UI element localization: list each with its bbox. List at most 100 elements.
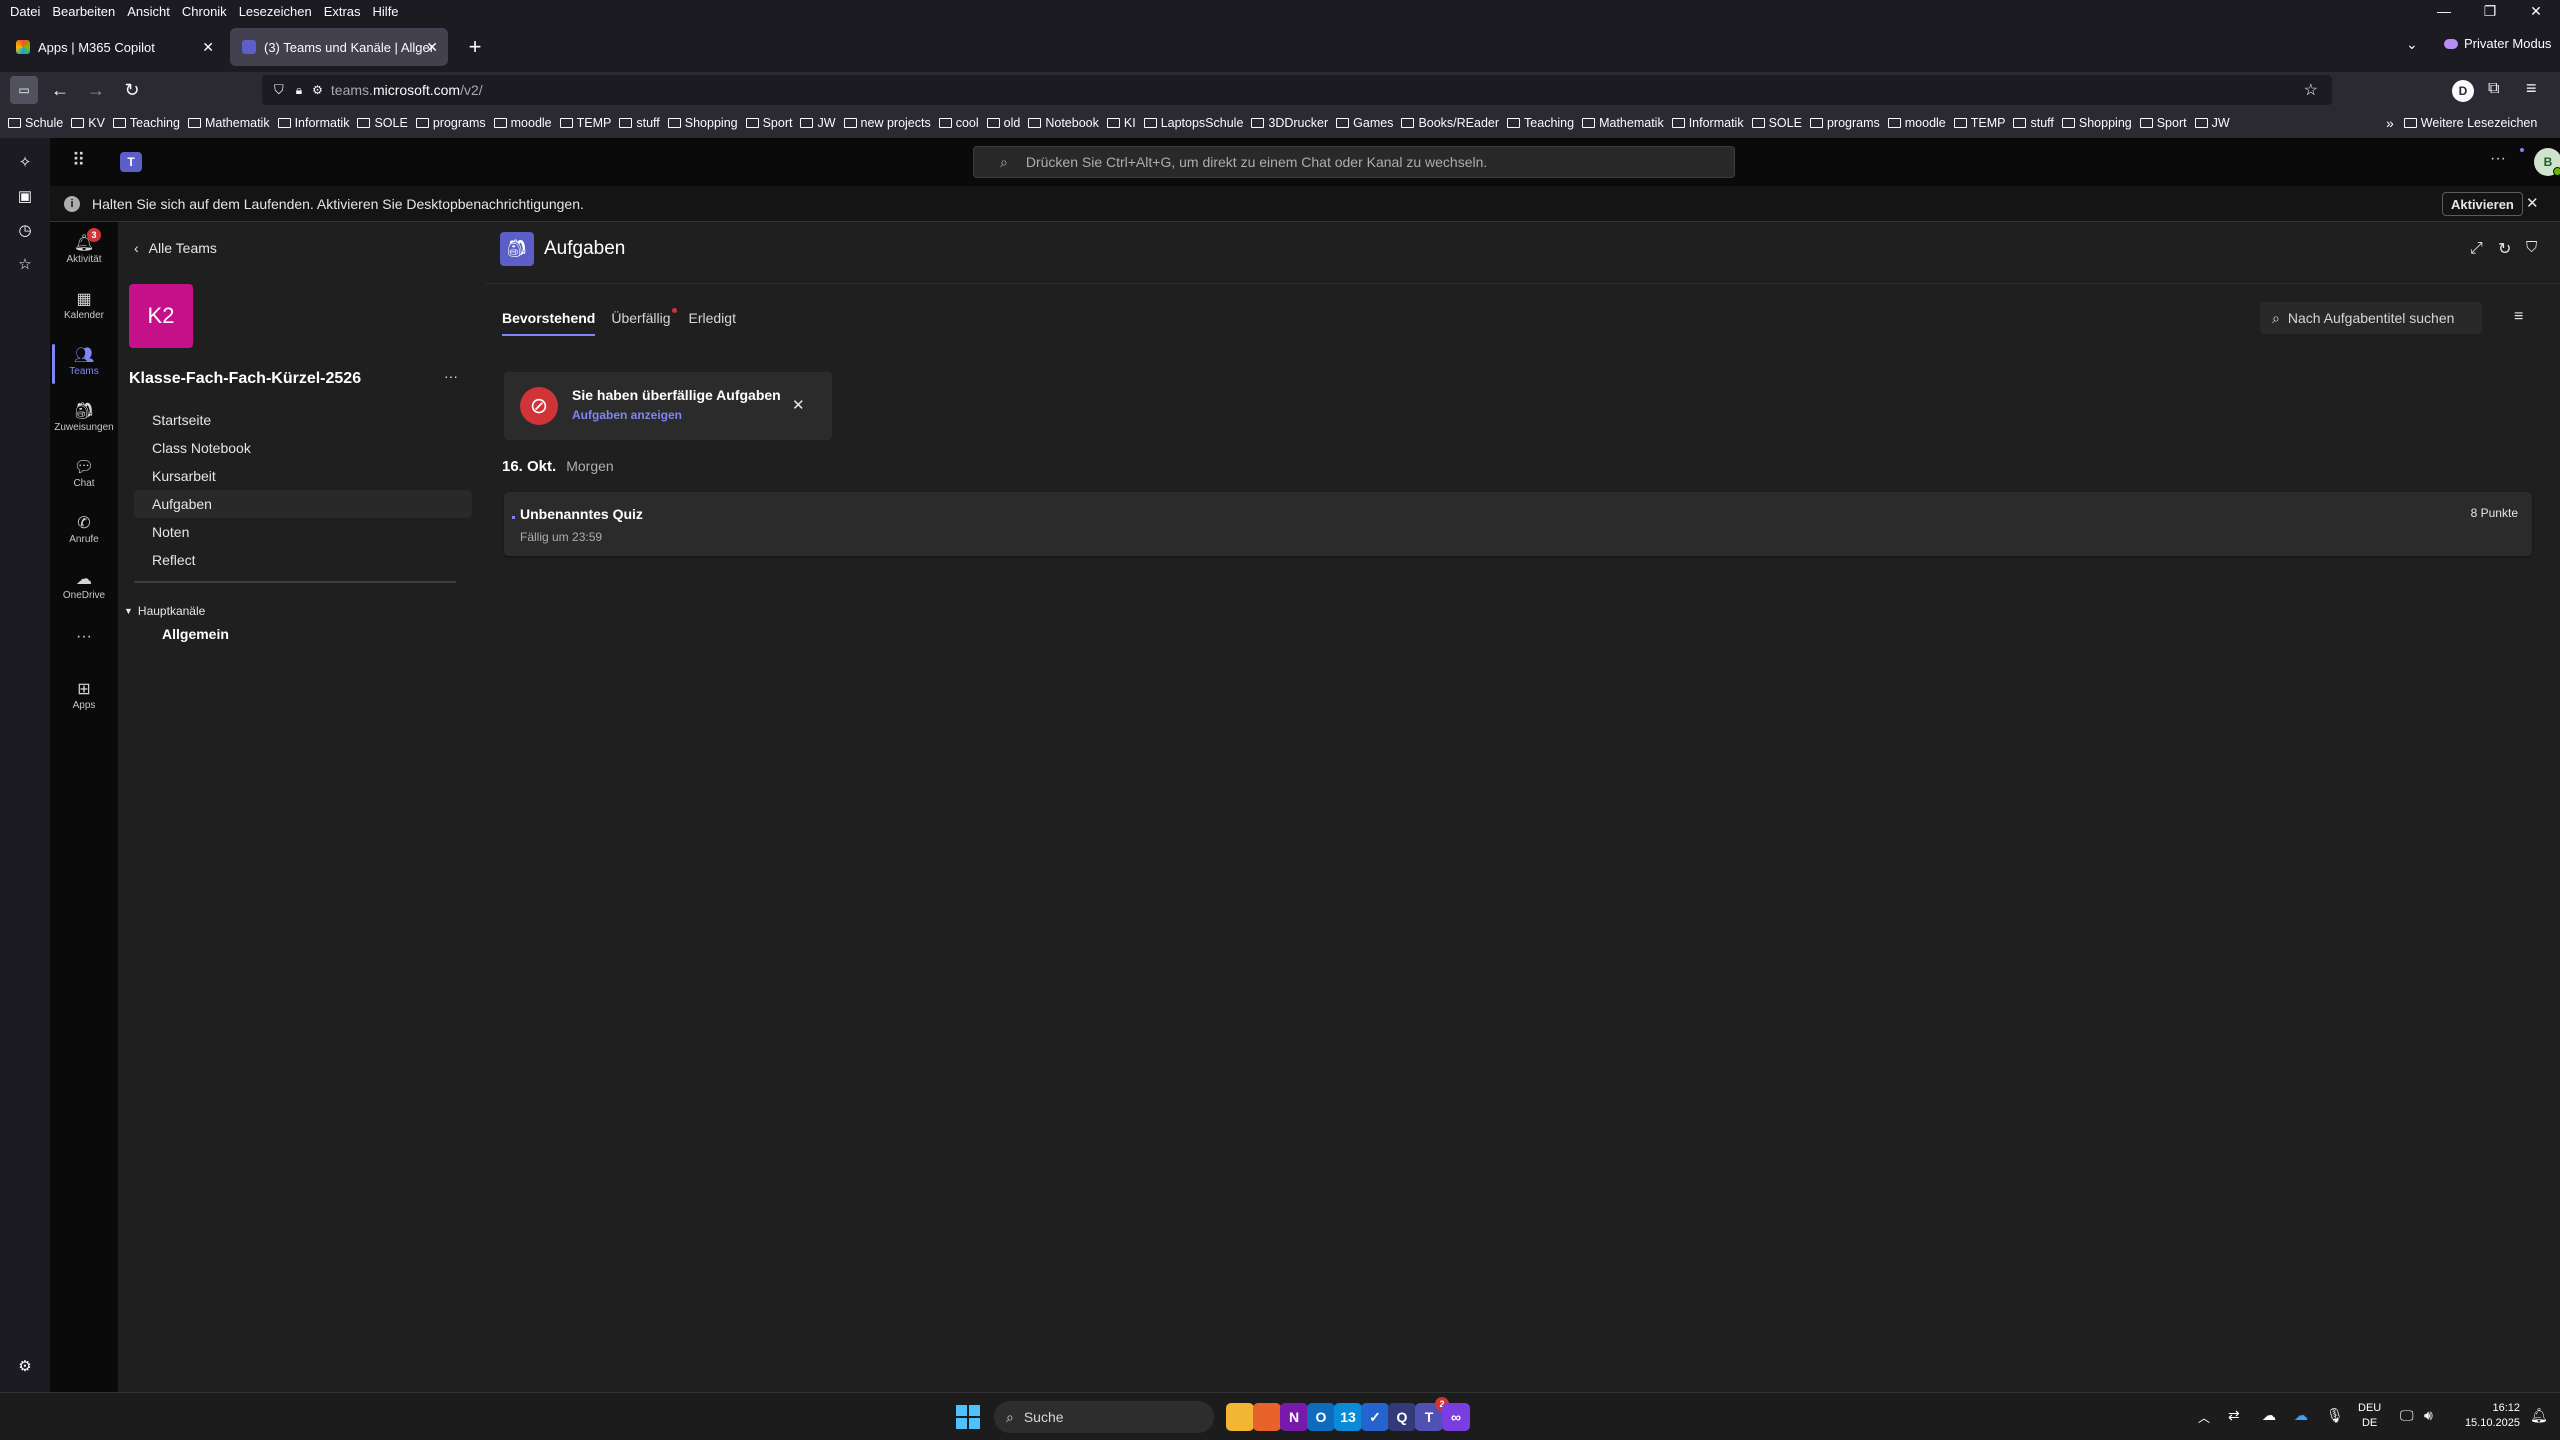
settings-more-icon[interactable]: ··· xyxy=(2490,150,2506,168)
permissions-icon[interactable]: ⚙ xyxy=(312,83,323,97)
tray-cloud-icon[interactable]: ☁ xyxy=(2262,1407,2276,1424)
tray-onedrive-icon[interactable]: ☁ xyxy=(2294,1407,2308,1424)
file-explorer-icon[interactable] xyxy=(1226,1403,1254,1431)
list-tabs-icon[interactable]: ⌄ xyxy=(2406,36,2418,53)
app-launcher-icon[interactable]: ⠿ xyxy=(72,150,85,171)
rail-item-onedrive[interactable]: ☁ OneDrive xyxy=(50,568,118,601)
close-tab-icon[interactable]: ✕ xyxy=(202,39,214,56)
rail-item-apps[interactable]: ⊞ Apps xyxy=(50,678,118,711)
bookmark-folder[interactable]: TEMP xyxy=(559,116,611,130)
bookmark-folder[interactable]: programs xyxy=(1809,116,1880,130)
bookmark-folder[interactable]: KI xyxy=(1106,116,1136,130)
rail-item-activity[interactable]: 🔔︎ 3 Aktivität xyxy=(50,228,118,265)
tray-mic-icon[interactable]: 🎙︎ xyxy=(2326,1407,2344,1424)
tray-sync-icon[interactable]: ⇄ xyxy=(2228,1407,2240,1424)
bookmark-folder[interactable]: Teaching xyxy=(1507,116,1574,130)
todo-icon[interactable]: ✓ xyxy=(1361,1403,1389,1431)
calendar-app-icon[interactable]: 13 xyxy=(1334,1403,1362,1431)
assignment-search-input[interactable]: ⌕ Nach Aufgabentitel suchen xyxy=(2260,302,2482,334)
bookmark-folder[interactable]: programs xyxy=(415,116,486,130)
bookmark-folder[interactable]: Mathematik xyxy=(1582,116,1664,130)
lock-icon[interactable]: 🔒︎ xyxy=(296,83,302,98)
tray-volume-icon[interactable]: 🔊︎ xyxy=(2424,1407,2433,1424)
notification-center-icon[interactable]: 🔔︎ xyxy=(2530,1407,2548,1424)
show-hidden-icons-icon[interactable]: ︿ xyxy=(2198,1409,2210,1426)
channels-section-header[interactable]: ▼ Hauptkanäle xyxy=(124,604,205,618)
menu-datei[interactable]: Datei xyxy=(8,4,42,19)
tab-bevorstehend[interactable]: Bevorstehend xyxy=(502,310,596,336)
start-button[interactable] xyxy=(956,1405,980,1429)
menu-extras[interactable]: Extras xyxy=(322,4,363,19)
other-bookmarks[interactable]: Weitere Lesezeichen xyxy=(2403,116,2537,130)
reload-icon[interactable]: ↻ xyxy=(118,76,146,104)
bookmarks-icon[interactable]: ☆ xyxy=(13,252,37,276)
team-nav-startseite[interactable]: Startseite xyxy=(134,406,472,434)
bookmark-folder[interactable]: Informatik xyxy=(1671,116,1744,130)
shield-icon[interactable]: ⛉ xyxy=(274,82,284,98)
forward-icon[interactable]: → xyxy=(82,76,110,104)
taskbar-search[interactable]: ⌕ Suche xyxy=(994,1401,1214,1433)
firefox-private-icon[interactable]: ∞ xyxy=(1442,1403,1470,1431)
sidebar-toggle-icon[interactable]: ▭ xyxy=(10,76,38,104)
team-nav-reflect[interactable]: Reflect xyxy=(134,546,472,574)
bookmark-folder[interactable]: KV xyxy=(71,116,105,130)
tab-erledigt[interactable]: Erledigt xyxy=(689,310,736,336)
bookmark-folder[interactable]: stuff xyxy=(2013,116,2054,130)
dismiss-icon[interactable]: ✕ xyxy=(792,396,805,414)
bookmark-folder[interactable]: old xyxy=(986,116,1020,130)
bookmark-folder[interactable]: cool xyxy=(938,116,979,130)
bookmark-folder[interactable]: LaptopsSchule xyxy=(1143,116,1243,130)
tab-ueberfaellig[interactable]: Überfällig xyxy=(611,308,677,336)
bookmark-folder[interactable]: moodle xyxy=(1887,116,1946,130)
onenote-icon[interactable]: N xyxy=(1280,1403,1308,1431)
account-icon[interactable]: D xyxy=(2452,80,2474,102)
menu-lesezeichen[interactable]: Lesezeichen xyxy=(237,4,314,19)
bookmark-folder[interactable]: new projects xyxy=(843,116,931,130)
bookmark-folder[interactable]: Games xyxy=(1336,116,1393,130)
activate-notifications-button[interactable]: Aktivieren xyxy=(2442,192,2523,216)
bookmark-folder[interactable]: moodle xyxy=(493,116,552,130)
rail-item-teams[interactable]: 👥︎ Teams xyxy=(50,344,118,384)
firefox-icon[interactable] xyxy=(1253,1403,1281,1431)
bookmark-folder[interactable]: Schule xyxy=(8,116,63,130)
team-nav-aufgaben[interactable]: Aufgaben xyxy=(134,490,472,518)
close-banner-icon[interactable]: ✕ xyxy=(2526,194,2539,212)
bookmark-folder[interactable]: Books/REader xyxy=(1401,116,1499,130)
bookmark-folder[interactable]: Sport xyxy=(2139,116,2187,130)
url-bar[interactable]: ⛉ 🔒︎ ⚙ teams. microsoft.com/v2/ ☆ xyxy=(262,75,2332,105)
filter-icon[interactable]: ≡ xyxy=(2514,308,2523,326)
ai-sparkle-icon[interactable]: ✧ xyxy=(13,150,37,174)
channel-allgemein[interactable]: Allgemein xyxy=(162,626,229,642)
bookmark-folder[interactable]: SOLE xyxy=(1751,116,1802,130)
bookmark-folder[interactable]: Mathematik xyxy=(187,116,270,130)
new-tab-button[interactable]: + xyxy=(460,32,490,62)
menu-hilfe[interactable]: Hilfe xyxy=(371,4,401,19)
browser-tab-teams[interactable]: (3) Teams und Kanäle | Allgeme ✕ xyxy=(230,28,448,66)
minimize-button[interactable]: — xyxy=(2424,0,2464,22)
tray-network-icon[interactable]: 🖵︎ xyxy=(2400,1407,2414,1424)
bookmark-star-icon[interactable]: ☆ xyxy=(2304,80,2318,100)
close-window-button[interactable]: ✕ xyxy=(2516,0,2556,22)
back-to-all-teams[interactable]: ‹ Alle Teams xyxy=(134,240,217,256)
teams-app-icon[interactable]: T2 xyxy=(1415,1397,1449,1431)
team-nav-noten[interactable]: Noten xyxy=(134,518,472,546)
outlook-icon[interactable]: O xyxy=(1307,1403,1335,1431)
menu-ansicht[interactable]: Ansicht xyxy=(125,4,172,19)
bookmark-folder[interactable]: TEMP xyxy=(1953,116,2005,130)
app-menu-icon[interactable]: ≡ xyxy=(2526,78,2537,99)
search-app-icon[interactable]: Q xyxy=(1388,1403,1416,1431)
bookmark-folder[interactable]: stuff xyxy=(619,116,660,130)
show-assignments-link[interactable]: Aufgaben anzeigen xyxy=(572,408,682,422)
rail-item-chat[interactable]: 💬︎ Chat xyxy=(50,456,118,489)
bookmark-folder[interactable]: Informatik xyxy=(277,116,349,130)
rail-item-calls[interactable]: ✆ Anrufe xyxy=(50,512,118,545)
assignment-card[interactable]: Unbenanntes Quiz Fällig um 23:59 8 Punkt… xyxy=(504,492,2532,556)
bookmark-folder[interactable]: JW xyxy=(2194,116,2230,130)
sidebar-settings-icon[interactable]: ⚙ xyxy=(13,1354,37,1378)
bookmark-folder[interactable]: Notebook xyxy=(1028,116,1099,130)
team-nav-class-notebook[interactable]: Class Notebook xyxy=(134,434,472,462)
rail-item-more[interactable]: ··· xyxy=(50,626,118,648)
refresh-icon[interactable]: ↻ xyxy=(2498,239,2511,259)
back-icon[interactable]: ← xyxy=(46,76,74,104)
restore-button[interactable]: ❐ xyxy=(2470,0,2510,22)
